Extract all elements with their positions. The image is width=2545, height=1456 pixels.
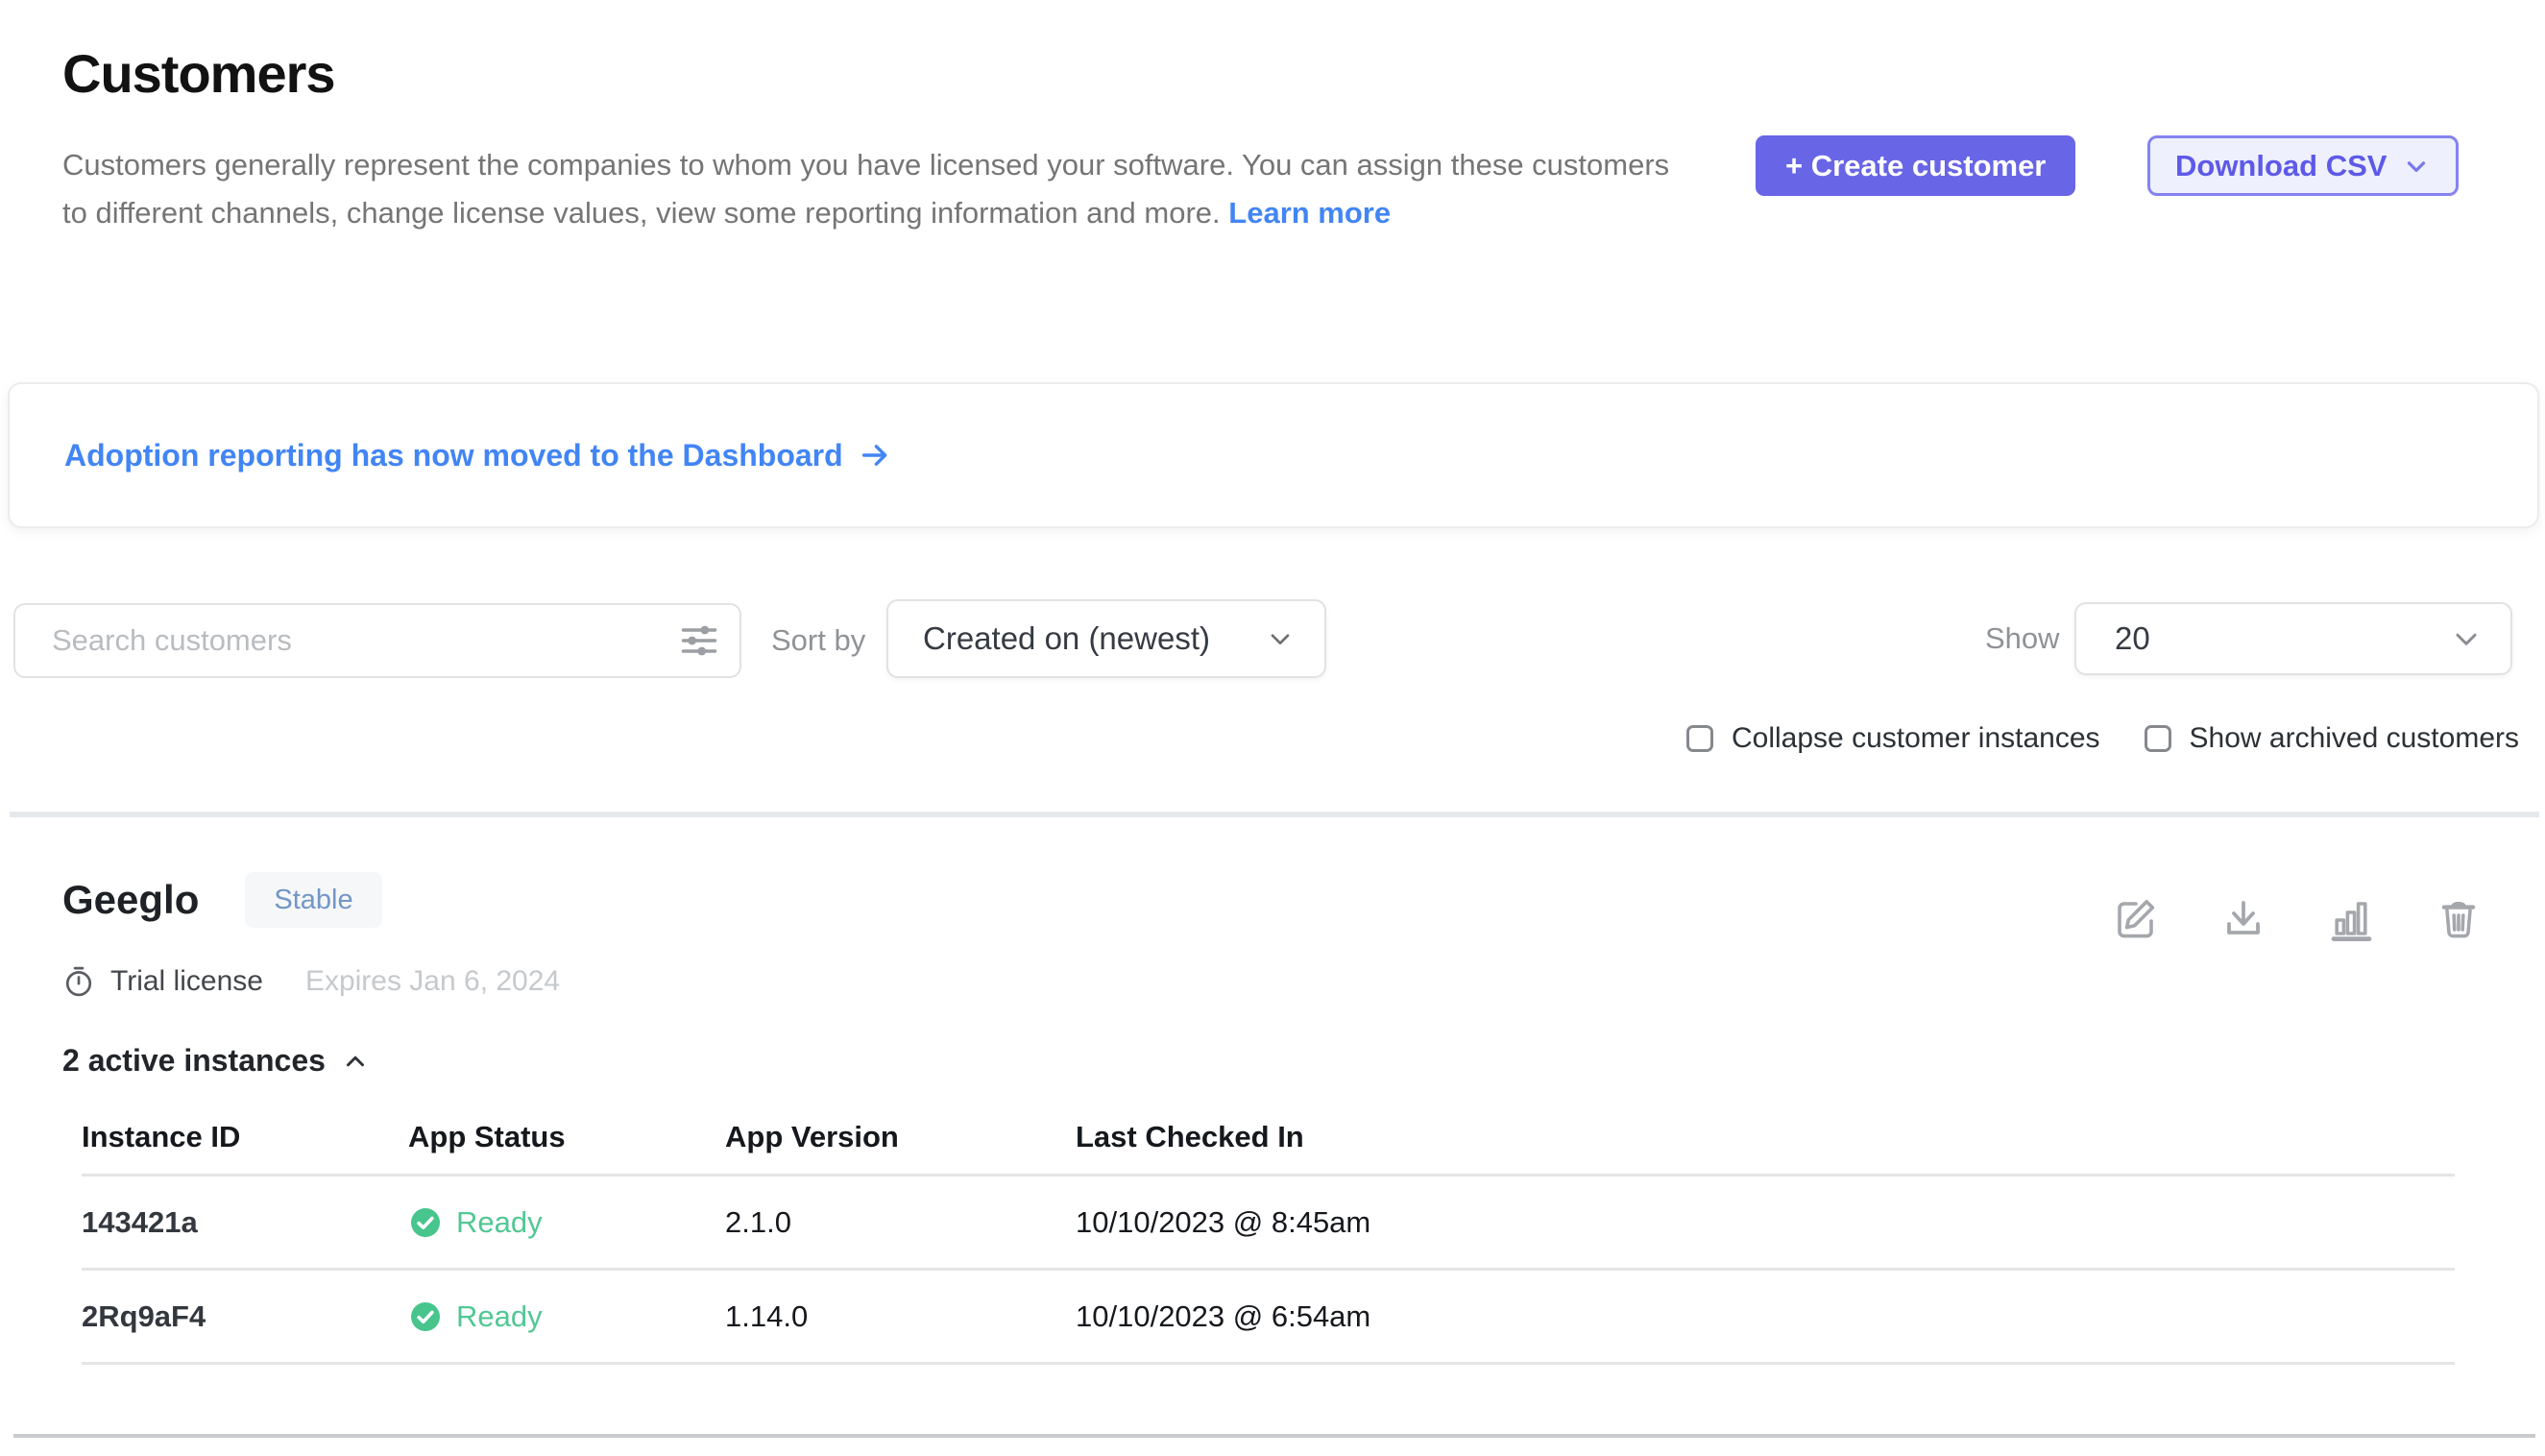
app-status-text: Ready: [456, 1299, 543, 1334]
col-header-app-status: App Status: [408, 1120, 725, 1154]
instances-table-header: Instance ID App Status App Version Last …: [82, 1120, 2455, 1177]
edit-icon: [2113, 896, 2159, 942]
download-csv-button[interactable]: Download CSV: [2147, 135, 2459, 196]
show-archived-checkbox[interactable]: [2145, 725, 2171, 752]
adoption-banner-text: Adoption reporting has now moved to the …: [64, 438, 843, 473]
show-label: Show: [1985, 602, 2060, 675]
instances-table: Instance ID App Status App Version Last …: [82, 1120, 2455, 1365]
customers-page: Customers Customers generally represent …: [0, 0, 2545, 1456]
app-version-cell: 1.14.0: [725, 1299, 1076, 1334]
bar-chart-icon: [2328, 896, 2374, 942]
timer-icon: [62, 965, 95, 998]
delete-customer-button[interactable]: [2436, 896, 2482, 942]
create-customer-button[interactable]: + Create customer: [1756, 135, 2075, 196]
col-header-last-checked-in: Last Checked In: [1076, 1120, 2455, 1154]
show-archived-label: Show archived customers: [2190, 722, 2519, 755]
check-circle-icon: [408, 1205, 443, 1240]
last-checked-in-cell: 10/10/2023 @ 8:45am: [1076, 1205, 2455, 1240]
reporting-button[interactable]: [2328, 896, 2374, 942]
license-info: Trial license Expires Jan 6, 2024: [62, 960, 560, 1003]
sort-by-label: Sort by: [771, 603, 865, 678]
learn-more-link[interactable]: Learn more: [1228, 196, 1391, 230]
instance-id-cell: 143421a: [82, 1205, 408, 1240]
download-csv-label: Download CSV: [2175, 149, 2387, 183]
page-title: Customers: [62, 42, 335, 105]
table-row: 143421a Ready 2.1.0 10/10/2023 @ 8:45am: [82, 1177, 2455, 1271]
search-input[interactable]: [13, 603, 741, 678]
show-archived-option: Show archived customers: [2145, 722, 2519, 755]
filter-sliders-icon[interactable]: [678, 619, 720, 662]
app-version-cell: 2.1.0: [725, 1205, 1076, 1240]
search-customers: [13, 603, 741, 678]
list-options: Collapse customer instances Show archive…: [1686, 722, 2519, 755]
instances-toggle-label: 2 active instances: [62, 1043, 326, 1079]
customer-header: Geeglo Stable: [62, 872, 382, 928]
chevron-down-icon: [1265, 623, 1296, 654]
customer-name: Geeglo: [62, 877, 199, 923]
table-row: 2Rq9aF4 Ready 1.14.0 10/10/2023 @ 6:54am: [82, 1271, 2455, 1365]
license-type: Trial license: [110, 965, 263, 998]
app-status-cell: Ready: [408, 1205, 725, 1240]
check-circle-icon: [408, 1299, 443, 1334]
show-select-value: 20: [2115, 620, 2150, 657]
chevron-up-icon: [341, 1047, 370, 1076]
chevron-down-icon: [2449, 621, 2484, 656]
download-icon: [2220, 896, 2266, 942]
channel-badge: Stable: [245, 872, 381, 928]
col-header-app-version: App Version: [725, 1120, 1076, 1154]
collapse-instances-checkbox[interactable]: [1686, 725, 1713, 752]
app-status-text: Ready: [456, 1205, 543, 1240]
sort-select[interactable]: Created on (newest): [886, 599, 1326, 678]
section-divider: [10, 812, 2539, 817]
collapse-instances-option: Collapse customer instances: [1686, 722, 2100, 755]
trash-icon: [2436, 896, 2482, 942]
customer-divider: [13, 1434, 2535, 1438]
create-customer-label: + Create customer: [1785, 149, 2046, 183]
arrow-right-icon: [859, 439, 891, 472]
show-select[interactable]: 20: [2074, 602, 2512, 675]
download-customer-button[interactable]: [2220, 896, 2266, 942]
col-header-instance-id: Instance ID: [82, 1120, 408, 1154]
page-description-text: Customers generally represent the compan…: [62, 148, 1669, 230]
adoption-banner: Adoption reporting has now moved to the …: [8, 382, 2539, 528]
customer-actions: [2113, 896, 2482, 942]
sort-select-value: Created on (newest): [923, 620, 1210, 657]
instances-toggle[interactable]: 2 active instances: [62, 1043, 370, 1079]
collapse-instances-label: Collapse customer instances: [1732, 722, 2100, 755]
app-status-cell: Ready: [408, 1299, 725, 1334]
adoption-banner-link[interactable]: Adoption reporting has now moved to the …: [64, 438, 891, 473]
edit-customer-button[interactable]: [2113, 896, 2159, 942]
chevron-down-icon: [2402, 152, 2431, 181]
last-checked-in-cell: 10/10/2023 @ 6:54am: [1076, 1299, 2455, 1334]
license-expiry: Expires Jan 6, 2024: [305, 965, 560, 998]
instance-id-cell: 2Rq9aF4: [82, 1299, 408, 1334]
page-description: Customers generally represent the compan…: [62, 141, 1695, 237]
